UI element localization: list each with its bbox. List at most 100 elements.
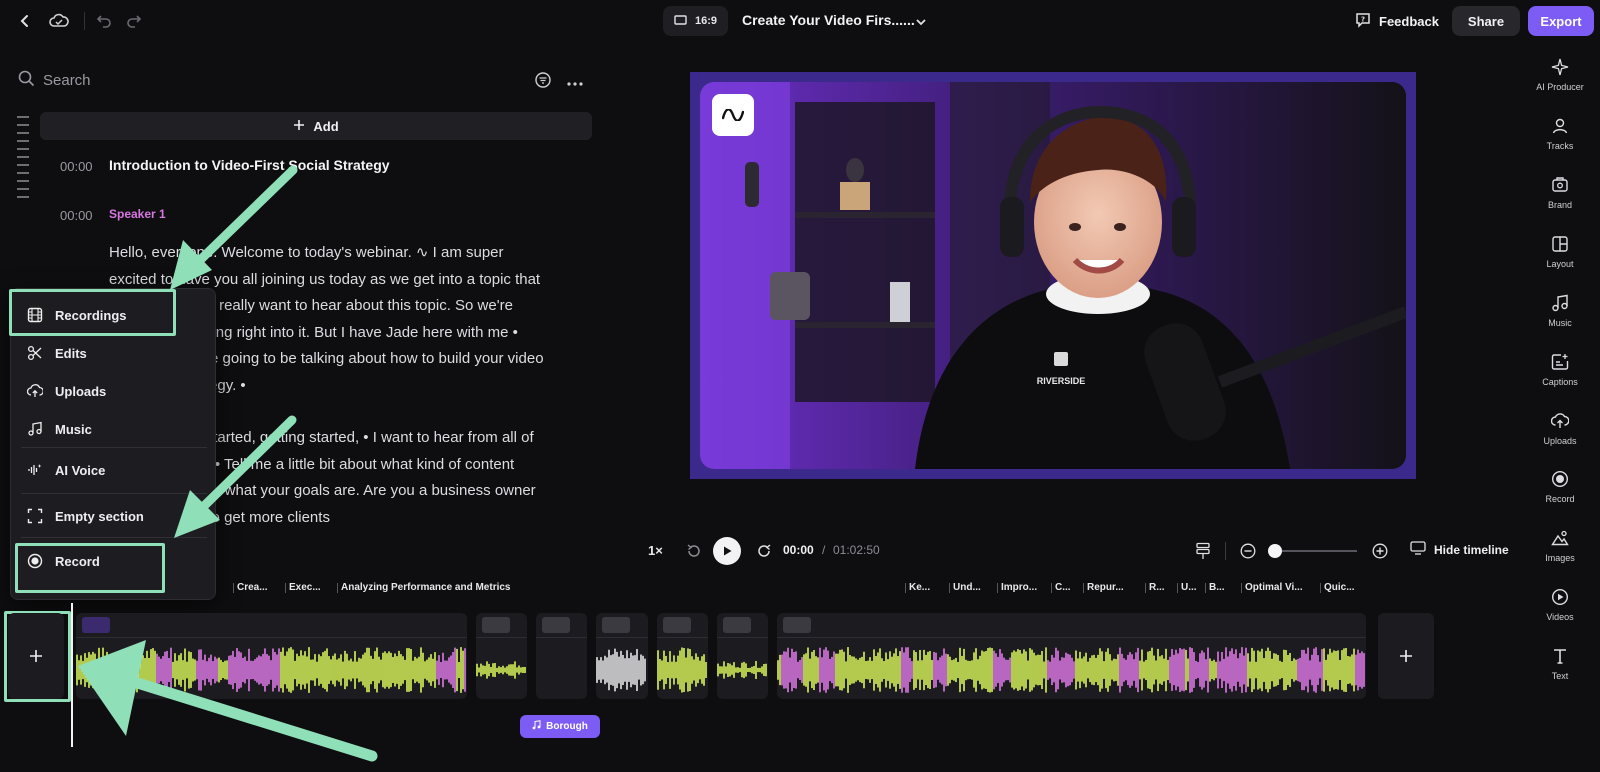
sidebar-item-record[interactable]: Record	[1530, 470, 1590, 504]
chapters-icon[interactable]	[1195, 542, 1211, 565]
add-clip-button-end[interactable]	[1378, 613, 1434, 699]
menu-divider	[21, 447, 207, 448]
speaker-label[interactable]: Speaker 1	[109, 207, 166, 221]
add-clip-button-start[interactable]	[8, 613, 64, 699]
sidebar-item-music[interactable]: Music	[1530, 294, 1590, 328]
music-track-chip[interactable]: Borough	[520, 715, 600, 738]
chevron-down-icon[interactable]	[915, 14, 927, 32]
sidebar-item-captions[interactable]: Captions	[1530, 353, 1590, 387]
playback-speed[interactable]: 1×	[648, 543, 663, 558]
timeline-clip[interactable]	[76, 613, 467, 699]
shirt-text: RIVERSIDE	[1037, 376, 1086, 386]
project-title[interactable]: Create Your Video Firs......	[742, 12, 915, 28]
zoom-slider-handle[interactable]	[1268, 544, 1282, 558]
sidebar-item-text[interactable]: Text	[1530, 647, 1590, 681]
menu-item-ai-voice[interactable]: AI Voice	[11, 455, 217, 485]
toolbar-divider	[84, 12, 85, 30]
zoom-out-icon[interactable]	[1240, 543, 1256, 564]
menu-item-music[interactable]: Music	[11, 414, 217, 444]
sidebar-label: Captions	[1542, 377, 1578, 387]
feedback-button[interactable]: ? Feedback	[1355, 8, 1439, 34]
hide-timeline-button[interactable]: Hide timeline	[1410, 541, 1509, 558]
play-icon	[724, 546, 732, 556]
sidebar-label: Music	[1548, 318, 1572, 328]
current-time: 00:00	[783, 543, 814, 557]
music-note-icon	[28, 421, 42, 436]
undo-icon[interactable]	[94, 11, 114, 31]
aspect-ratio-label: 16:9	[694, 15, 718, 27]
rewind-icon[interactable]	[686, 543, 702, 564]
menu-divider	[21, 493, 207, 494]
sidebar-label: Uploads	[1543, 436, 1577, 446]
zoom-slider[interactable]	[1275, 550, 1357, 552]
more-options-icon[interactable]	[567, 74, 583, 92]
chapter-marker[interactable]: C...	[1051, 580, 1079, 596]
play-button[interactable]	[713, 537, 741, 565]
forward-icon[interactable]	[756, 543, 772, 564]
chapter-marker[interactable]: Exec...	[285, 580, 329, 596]
chapter-marker[interactable]: B...	[1205, 580, 1237, 596]
audio-waveform	[596, 648, 646, 692]
filter-icon[interactable]	[535, 72, 551, 93]
top-bar: 16:9 Create Your Video Firs...... ? Feed…	[0, 0, 1600, 42]
sidebar-item-layout[interactable]: Layout	[1530, 235, 1590, 269]
video-preview[interactable]: RIVERSIDE	[690, 72, 1416, 479]
sidebar-item-ai-producer[interactable]: AI Producer	[1530, 58, 1590, 92]
timeline-clip[interactable]	[777, 613, 1366, 699]
text-icon	[1554, 649, 1566, 664]
sidebar-item-tracks[interactable]: Tracks	[1530, 117, 1590, 151]
clip-thumbnail	[542, 617, 570, 633]
timeline-clip[interactable]	[596, 613, 648, 699]
menu-item-edits[interactable]: Edits	[11, 338, 217, 368]
menu-item-empty-section[interactable]: Empty section	[11, 501, 217, 531]
timeline-clip[interactable]	[717, 613, 768, 699]
brand-icon	[1552, 177, 1568, 192]
search-box[interactable]: Search	[18, 70, 91, 91]
timeline-clip[interactable]	[536, 613, 587, 699]
sidebar-item-uploads[interactable]: Uploads	[1530, 412, 1590, 446]
sidebar-item-videos[interactable]: Videos	[1530, 588, 1590, 622]
section-title[interactable]: Introduction to Video-First Social Strat…	[109, 157, 390, 173]
aspect-ratio-icon	[674, 14, 687, 28]
redo-icon[interactable]	[124, 11, 144, 31]
chapter-marker[interactable]: Optimal Vi...	[1241, 580, 1316, 596]
share-button[interactable]: Share	[1452, 6, 1520, 36]
clip-thumbnail	[663, 617, 691, 633]
chapter-marker[interactable]: Ke...	[905, 580, 945, 596]
add-section-button[interactable]: Add	[40, 112, 592, 140]
chapter-marker[interactable]: Und...	[949, 580, 993, 596]
sidebar-item-images[interactable]: Images	[1530, 529, 1590, 563]
playhead[interactable]	[71, 603, 73, 747]
timeline-clip[interactable]	[476, 613, 527, 699]
sidebar-label: Tracks	[1546, 141, 1574, 151]
chapter-marker[interactable]: Repur...	[1083, 580, 1141, 596]
chapter-marker[interactable]: Impro...	[997, 580, 1047, 596]
editor-root: 16:9 Create Your Video Firs...... ? Feed…	[0, 0, 1600, 772]
search-icon	[18, 70, 35, 91]
export-button[interactable]: Export	[1528, 6, 1594, 36]
chapter-marker[interactable]: Crea...	[233, 580, 281, 596]
plus-icon	[1400, 650, 1412, 662]
sidebar-item-brand[interactable]: Brand	[1530, 176, 1590, 210]
cloud-sync-icon[interactable]	[48, 11, 70, 31]
menu-item-uploads[interactable]: Uploads	[11, 376, 217, 406]
sidebar-label: Layout	[1546, 259, 1574, 269]
audio-waveform	[777, 647, 1365, 693]
chapter-marker[interactable]: R...	[1145, 580, 1173, 596]
search-input[interactable]: Search	[43, 72, 91, 89]
cloud-upload-icon	[27, 384, 43, 397]
speaker-timestamp: 00:00	[60, 208, 93, 223]
aspect-ratio-button[interactable]: 16:9	[663, 6, 728, 36]
zoom-in-icon[interactable]	[1372, 543, 1388, 564]
upload-icon	[1551, 413, 1569, 428]
timeline-clip[interactable]	[657, 613, 708, 699]
chapter-marker[interactable]: Analyzing Performance and Metrics	[337, 580, 897, 596]
chapter-marker[interactable]: U...	[1177, 580, 1201, 596]
audio-waveform	[717, 661, 767, 679]
chapter-marker[interactable]: Quic...	[1320, 580, 1370, 596]
back-icon[interactable]	[16, 12, 34, 30]
highlight-recordings	[9, 289, 176, 336]
outline-scroll-ticks[interactable]	[17, 116, 29, 204]
images-icon	[1551, 530, 1569, 546]
sidebar-label: Text	[1551, 671, 1569, 681]
